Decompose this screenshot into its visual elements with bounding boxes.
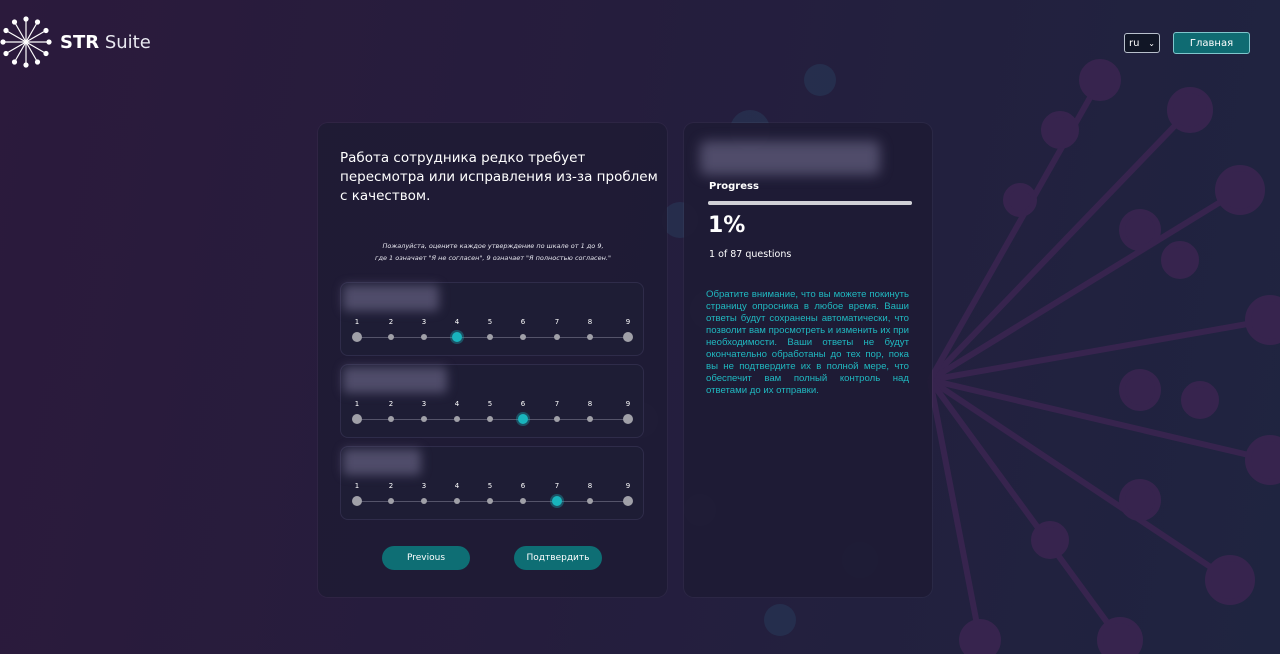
progress-count: 1 of 87 questions xyxy=(709,249,792,260)
rating-option[interactable] xyxy=(487,334,493,340)
previous-button[interactable]: Previous xyxy=(382,546,470,570)
rating-scale-number: 7 xyxy=(554,400,560,408)
rating-scale-number: 9 xyxy=(625,400,631,408)
rating-scale-item[interactable]: 1 2 3 4 5 6 7 8 9 xyxy=(340,446,644,520)
progress-card: Progress 1% 1 of 87 questions Обратите в… xyxy=(684,123,932,597)
rating-scale-number: 2 xyxy=(388,482,394,490)
redacted-label xyxy=(343,449,421,475)
rating-option[interactable] xyxy=(388,498,394,504)
rating-option[interactable] xyxy=(352,414,362,424)
rating-scale-number: 6 xyxy=(520,400,526,408)
rating-scale-number: 1 xyxy=(354,318,360,326)
rating-option[interactable] xyxy=(352,332,362,342)
rating-scale-number: 6 xyxy=(520,318,526,326)
starburst-logo-icon xyxy=(0,16,52,68)
rating-scale-number: 9 xyxy=(625,318,631,326)
rating-scale-number: 3 xyxy=(421,482,427,490)
progress-label: Progress xyxy=(709,181,759,192)
brand-name: STR Suite xyxy=(60,32,151,53)
rating-option[interactable] xyxy=(454,416,460,422)
rating-scale-number: 2 xyxy=(388,318,394,326)
rating-option[interactable] xyxy=(554,416,560,422)
rating-option[interactable] xyxy=(520,498,526,504)
rating-option[interactable] xyxy=(623,332,633,342)
rating-scale-number: 4 xyxy=(454,400,460,408)
submit-button[interactable]: Подтвердить xyxy=(514,546,602,570)
rating-option[interactable] xyxy=(554,334,560,340)
instruction-line-2: где 1 означает "Я не согласен", 9 означа… xyxy=(375,254,611,262)
rating-scale-item[interactable]: 1 2 3 4 5 6 7 8 9 xyxy=(340,282,644,356)
autosave-notice: Обратите внимание, что вы можете покинут… xyxy=(706,289,909,396)
rating-option[interactable] xyxy=(352,496,362,506)
chevron-down-icon: ⌄ xyxy=(1148,38,1155,48)
redacted-label xyxy=(343,367,447,393)
rating-scale-number: 1 xyxy=(354,482,360,490)
home-button[interactable]: Главная xyxy=(1173,32,1250,54)
rating-option[interactable] xyxy=(623,496,633,506)
rating-option[interactable] xyxy=(587,416,593,422)
language-select[interactable]: ru ⌄ xyxy=(1124,33,1160,53)
rating-option[interactable] xyxy=(587,334,593,340)
rating-scale-number: 5 xyxy=(487,400,493,408)
rating-scale-number: 7 xyxy=(554,482,560,490)
rating-option[interactable] xyxy=(421,416,427,422)
rating-option-selected[interactable] xyxy=(452,332,462,342)
redacted-label xyxy=(343,285,439,311)
rating-option[interactable] xyxy=(487,498,493,504)
rating-option[interactable] xyxy=(388,416,394,422)
rating-scale-number: 6 xyxy=(520,482,526,490)
rating-option[interactable] xyxy=(487,416,493,422)
rating-option-selected[interactable] xyxy=(518,414,528,424)
rating-scale-number: 2 xyxy=(388,400,394,408)
brand-name-bold: STR xyxy=(60,31,100,53)
rating-scale-number: 4 xyxy=(454,482,460,490)
brand-logo[interactable]: STR Suite xyxy=(0,16,151,68)
rating-option-selected[interactable] xyxy=(552,496,562,506)
rating-scale-number: 5 xyxy=(487,318,493,326)
rating-scale-number: 9 xyxy=(625,482,631,490)
rating-option[interactable] xyxy=(388,334,394,340)
rating-scale-number: 1 xyxy=(354,400,360,408)
rating-option[interactable] xyxy=(587,498,593,504)
instruction-line-1: Пожалуйста, оцените каждое утверждение п… xyxy=(382,242,604,250)
language-select-value: ru xyxy=(1129,37,1140,49)
rating-scale-item[interactable]: 1 2 3 4 5 6 7 8 9 xyxy=(340,364,644,438)
rating-scale-number: 4 xyxy=(454,318,460,326)
rating-option[interactable] xyxy=(454,498,460,504)
rating-scale-number: 8 xyxy=(587,400,593,408)
progress-bar-fill xyxy=(708,201,912,205)
rating-scale-number: 7 xyxy=(554,318,560,326)
rating-option[interactable] xyxy=(520,334,526,340)
progress-percent: 1% xyxy=(708,213,746,238)
redacted-title xyxy=(700,141,880,175)
rating-scale-number: 5 xyxy=(487,482,493,490)
rating-scale-number: 3 xyxy=(421,318,427,326)
rating-scale-number: 8 xyxy=(587,318,593,326)
rating-scale-number: 3 xyxy=(421,400,427,408)
rating-option[interactable] xyxy=(623,414,633,424)
rating-scale-number: 8 xyxy=(587,482,593,490)
question-text: Работа сотрудника редко требует пересмот… xyxy=(340,150,658,204)
progress-bar xyxy=(708,201,912,205)
rating-instruction: Пожалуйста, оцените каждое утверждение п… xyxy=(358,240,628,264)
question-card: Работа сотрудника редко требует пересмот… xyxy=(318,123,667,597)
rating-option[interactable] xyxy=(421,498,427,504)
brand-name-light: Suite xyxy=(104,31,151,53)
rating-option[interactable] xyxy=(421,334,427,340)
